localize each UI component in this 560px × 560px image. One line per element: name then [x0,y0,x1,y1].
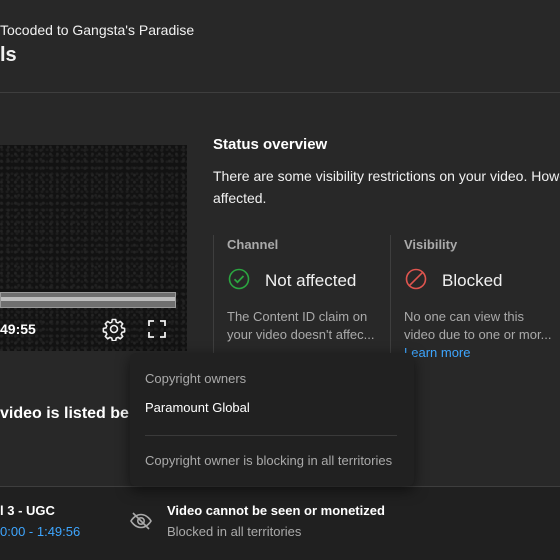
status-description-line: There are some visibility restrictions o… [213,168,560,184]
status-overview-title: Status overview [213,136,328,153]
impact-title: Video cannot be seen or monetized [167,503,385,518]
visibility-description-line: No one can view this [404,309,524,324]
claims-list-heading: video is listed belo [0,405,144,422]
video-progress-fill [1,297,175,301]
visibility-heading: Visibility [404,237,458,252]
check-circle-icon [228,268,250,290]
video-title-subtitle: Tocoded to Gangsta's Paradise [0,22,195,38]
visibility-column-divider [390,235,391,353]
status-description-line: affected. [213,190,267,206]
blocked-icon [405,268,427,290]
copyright-owners-popup: Copyright owners Paramount Global Copyri… [130,353,414,486]
status-description: There are some visibility restrictions o… [213,165,560,209]
header-divider [0,92,560,93]
copyright-owner-name: Paramount Global [145,400,250,415]
channel-description-line: The Content ID claim on [227,309,368,324]
visibility-status: Blocked [442,271,503,290]
popup-heading: Copyright owners [145,371,247,386]
channel-description-line: your video doesn't affec... [227,327,375,342]
popup-note: Copyright owner is blocking in all terri… [145,453,393,468]
eye-off-icon [130,512,152,530]
visibility-description: No one can view this video due to one or… [404,308,560,344]
claim-name: l 3 - UGC [0,503,55,518]
channel-column-divider [213,235,214,353]
visibility-description-line: video due to one or mor... [404,327,552,342]
video-progress-bar[interactable] [0,292,176,308]
gear-icon[interactable] [102,317,126,341]
claim-time-range-link[interactable]: 0:00 - 1:49:56 [0,524,80,539]
video-time: 49:55 [0,321,36,337]
page-title: ls [0,44,17,66]
fullscreen-icon[interactable] [146,318,168,340]
impact-subtitle: Blocked in all territories [167,524,302,539]
channel-status: Not affected [265,271,357,290]
channel-description: The Content ID claim on your video doesn… [227,308,385,344]
popup-divider [145,435,397,436]
channel-heading: Channel [227,237,279,252]
